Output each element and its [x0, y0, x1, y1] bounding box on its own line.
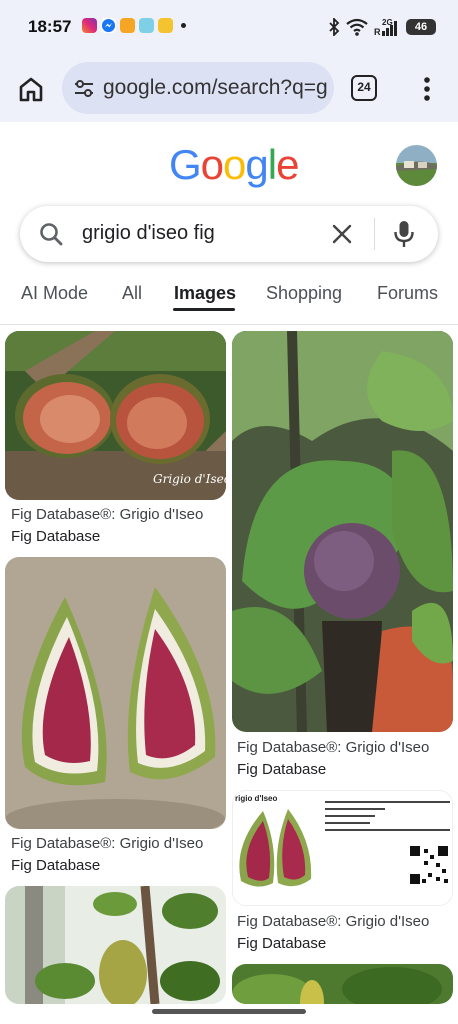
tune-icon[interactable]	[72, 76, 96, 100]
wifi-icon	[346, 18, 368, 36]
result-source[interactable]: Fig Database	[11, 528, 100, 545]
search-box[interactable]: grigio d'iseo fig	[20, 206, 438, 262]
account-avatar[interactable]	[396, 145, 437, 186]
app-notification-icon	[139, 18, 154, 33]
tab-switcher-button[interactable]: 24	[351, 75, 377, 101]
result-image[interactable]: Grigio d'Iseo	[5, 331, 226, 500]
search-tabs: AI Mode All Images Shopping Forums	[0, 283, 458, 323]
result-image[interactable]: rigio d'Iseo	[232, 790, 453, 906]
app-notification-icon	[158, 18, 173, 33]
google-logo[interactable]: Google	[169, 141, 299, 189]
logo-letter: o	[200, 141, 224, 188]
more-options-button[interactable]	[415, 74, 439, 104]
app-notification-icon	[120, 18, 135, 33]
result-title[interactable]: Fig Database®: Grigio d'Iseo	[11, 506, 203, 523]
browser-toolbar: google.com/search?q=g 24	[0, 56, 458, 122]
search-icon	[40, 223, 63, 246]
status-indicators: R 2G 46	[328, 17, 436, 37]
search-input[interactable]: grigio d'iseo fig	[82, 222, 215, 245]
status-bar: 18:57 R 2G 46	[0, 0, 458, 56]
result-source[interactable]: Fig Database	[237, 935, 326, 952]
tab-images[interactable]: Images	[174, 283, 236, 304]
search-divider	[374, 218, 375, 250]
logo-letter: e	[276, 141, 299, 188]
more-notifications-dot	[181, 23, 186, 28]
battery-indicator: 46	[406, 19, 436, 35]
result-image[interactable]	[232, 964, 453, 1004]
signal-icon: R 2G	[374, 18, 397, 37]
url-text[interactable]: google.com/search?q=g	[103, 76, 328, 100]
tab-forums[interactable]: Forums	[377, 283, 438, 304]
result-image[interactable]	[5, 557, 226, 829]
result-image[interactable]	[232, 331, 453, 732]
logo-letter: G	[169, 141, 202, 188]
active-tab-indicator	[173, 308, 235, 311]
mic-icon	[394, 221, 414, 247]
result-title[interactable]: Fig Database®: Grigio d'Iseo	[237, 739, 429, 756]
bluetooth-icon	[329, 18, 340, 36]
result-title[interactable]: Fig Database®: Grigio d'Iseo	[11, 835, 203, 852]
more-vert-icon	[424, 77, 430, 101]
tab-all[interactable]: All	[122, 283, 142, 304]
tab-shopping[interactable]: Shopping	[266, 283, 342, 304]
status-time: 18:57	[28, 17, 72, 36]
logo-letter: g	[245, 141, 268, 188]
svg-text:R: R	[374, 27, 381, 37]
result-source[interactable]: Fig Database	[237, 761, 326, 778]
gesture-nav-bar[interactable]	[152, 1009, 306, 1014]
home-button[interactable]	[14, 72, 48, 106]
messenger-icon	[101, 18, 116, 33]
close-icon	[332, 224, 352, 244]
result-image[interactable]	[5, 886, 226, 1004]
address-bar[interactable]: google.com/search?q=g	[62, 62, 334, 114]
clear-search-button[interactable]	[329, 221, 355, 247]
voice-search-button[interactable]	[392, 219, 416, 249]
image-heading: rigio d'Iseo	[235, 794, 277, 803]
tabs-divider	[0, 324, 458, 325]
result-source[interactable]: Fig Database	[11, 857, 100, 874]
logo-letter: o	[223, 141, 246, 188]
image-watermark: Grigio d'Iseo	[153, 472, 226, 486]
logo-letter: l	[267, 141, 277, 188]
notification-icons	[82, 18, 186, 33]
instagram-icon	[82, 18, 97, 33]
result-title[interactable]: Fig Database®: Grigio d'Iseo	[237, 913, 429, 930]
home-icon	[19, 77, 43, 102]
tab-ai-mode[interactable]: AI Mode	[21, 283, 88, 304]
